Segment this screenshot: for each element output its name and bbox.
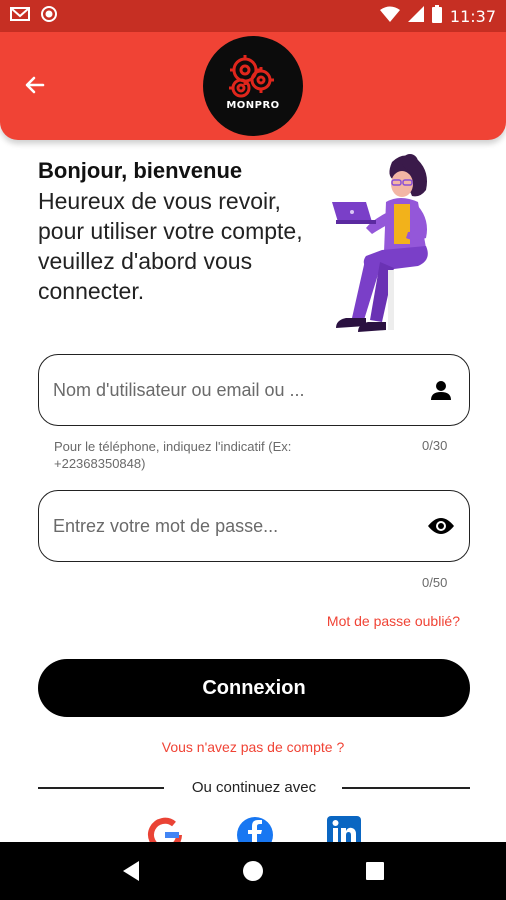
- linkedin-icon: [327, 816, 361, 842]
- username-field[interactable]: [38, 354, 470, 426]
- signup-link[interactable]: Vous n'avez pas de compte ?: [0, 739, 506, 755]
- home-nav-icon[interactable]: [238, 856, 268, 886]
- divider-line-right: [342, 787, 470, 789]
- eye-icon[interactable]: [427, 512, 455, 540]
- username-input[interactable]: [53, 379, 427, 401]
- forgot-password-link[interactable]: Mot de passe oublié?: [327, 613, 460, 629]
- person-with-laptop-illustration: [332, 154, 428, 332]
- status-bar: 11:37: [0, 0, 506, 32]
- app-logo: MONPRO: [203, 36, 303, 136]
- welcome-message: Heureux de vous revoir, pour utiliser vo…: [38, 188, 303, 304]
- notification-dot-icon: [40, 5, 58, 27]
- person-icon: [427, 376, 455, 404]
- password-input[interactable]: [53, 515, 427, 537]
- google-icon: [148, 817, 182, 842]
- linkedin-login-button[interactable]: [327, 816, 361, 842]
- social-divider: Ou continuez avec: [38, 777, 470, 799]
- clock: 11:37: [449, 6, 496, 26]
- password-char-counter: 0/50: [422, 575, 448, 590]
- username-char-counter: 0/30: [422, 438, 448, 453]
- login-button[interactable]: Connexion: [38, 659, 470, 717]
- back-button[interactable]: [20, 72, 50, 102]
- username-helper-text: Pour le téléphone, indiquez l'indicatif …: [54, 439, 292, 471]
- wifi-icon: [379, 6, 400, 26]
- arrow-left-icon: [23, 73, 47, 102]
- facebook-icon: [237, 817, 273, 842]
- logo-text: MONPRO: [226, 100, 280, 111]
- facebook-login-button[interactable]: [236, 816, 274, 842]
- battery-icon: [431, 5, 442, 27]
- signal-icon: [407, 6, 424, 26]
- app-header: MONPRO: [0, 32, 506, 140]
- password-field[interactable]: [38, 490, 470, 562]
- back-nav-icon[interactable]: [116, 856, 146, 886]
- navigation-bar: [0, 842, 506, 900]
- google-login-button[interactable]: [146, 816, 184, 842]
- gmail-icon: [10, 6, 30, 26]
- recents-nav-icon[interactable]: [360, 856, 390, 886]
- gears-icon: [229, 55, 274, 98]
- welcome-title: Bonjour, bienvenue: [38, 158, 243, 183]
